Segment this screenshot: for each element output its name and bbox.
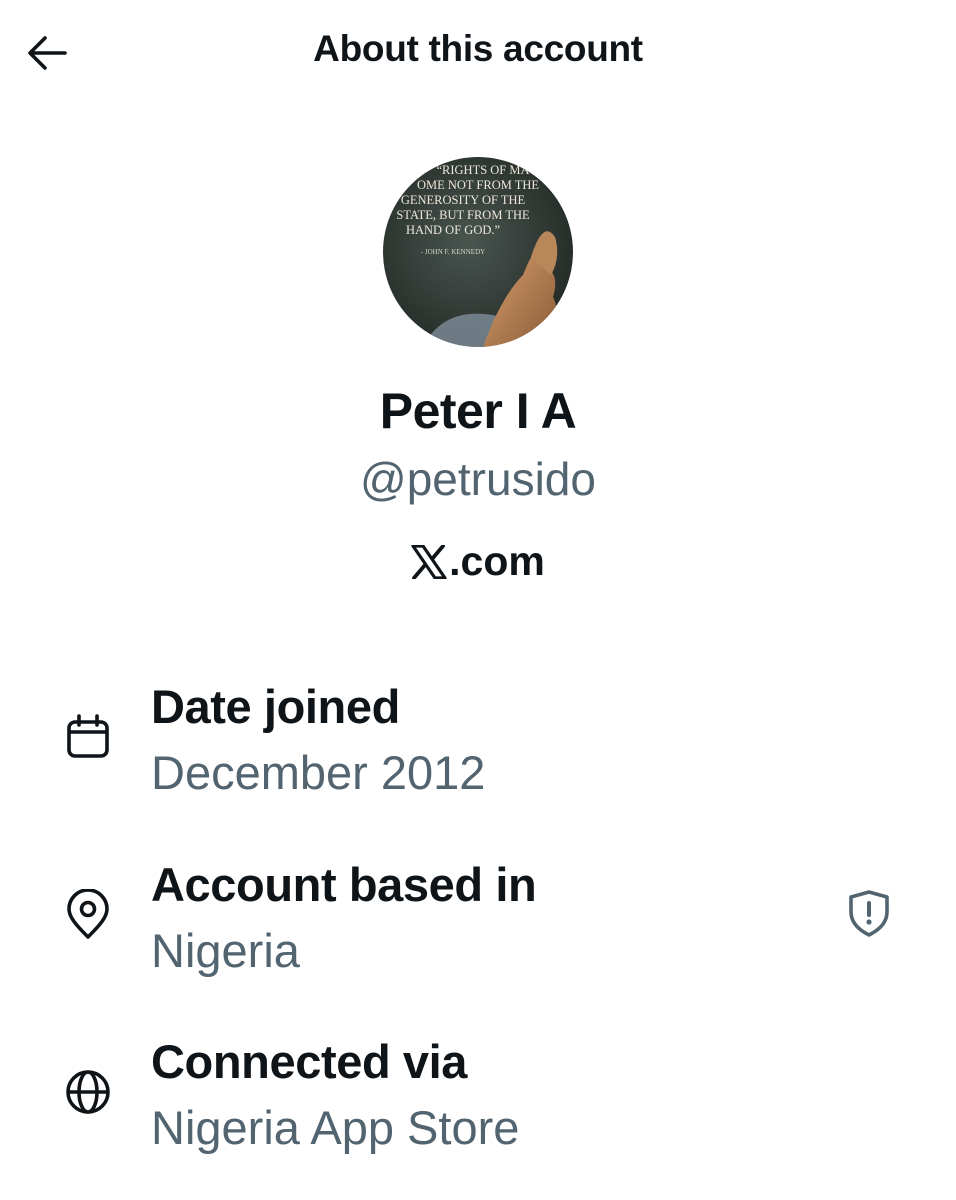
avatar-attribution: - JOHN F. KENNEDY — [421, 248, 485, 256]
date-joined-row: Date joined December 2012 — [0, 673, 956, 823]
site-domain: .com — [449, 538, 545, 584]
connected-via-label: Connected via — [151, 1035, 468, 1088]
avatar-quote-line: STATE, BUT FROM THE — [396, 208, 530, 222]
avatar[interactable]: “RIGHTS OF MA OME NOT FROM THE GENEROSIT… — [383, 157, 573, 347]
calendar-icon — [60, 709, 116, 765]
shield-alert-button[interactable] — [842, 885, 896, 941]
date-joined-label: Date joined — [151, 680, 400, 733]
date-joined-value: December 2012 — [151, 746, 486, 799]
top-bar: About this account — [0, 0, 956, 108]
x-logo-icon — [411, 542, 447, 589]
display-name: Peter I A — [379, 383, 577, 439]
account-based-in-value: Nigeria — [151, 924, 300, 977]
page-title: About this account — [313, 28, 643, 69]
connected-via-row: Connected via Nigeria App Store — [0, 1028, 956, 1178]
account-based-in-label: Account based in — [151, 858, 537, 911]
avatar-quote-line: “RIGHTS OF MA — [436, 163, 529, 177]
avatar-quote-line: HAND OF GOD.” — [406, 223, 500, 237]
user-handle: @petrusido — [360, 453, 596, 505]
connected-via-value: Nigeria App Store — [151, 1101, 520, 1154]
location-pin-icon — [60, 887, 116, 943]
avatar-quote-line: OME NOT FROM THE — [417, 178, 539, 192]
globe-icon — [60, 1064, 116, 1120]
avatar-quote-line: GENEROSITY OF THE — [401, 193, 526, 207]
shield-alert-icon — [849, 890, 889, 937]
account-based-in-row: Account based in Nigeria — [0, 851, 956, 1001]
site-label: .com — [0, 538, 956, 589]
